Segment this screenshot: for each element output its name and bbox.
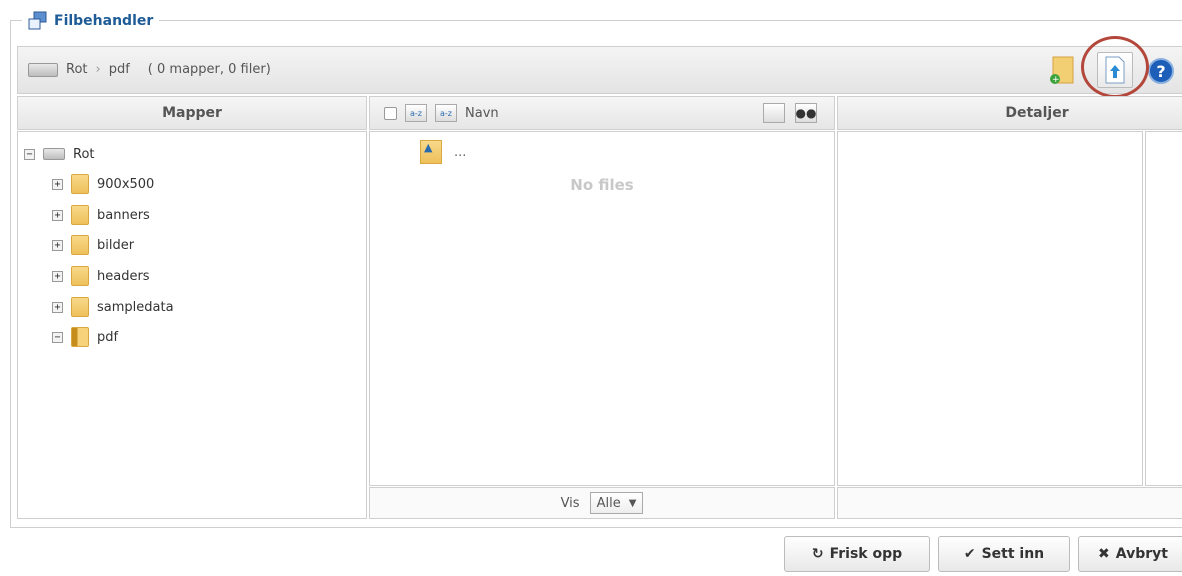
tree-folder-label[interactable]: banners: [97, 208, 150, 223]
expand-icon[interactable]: +: [52, 209, 63, 221]
new-folder-icon: +: [1050, 56, 1074, 85]
sort-desc-icon[interactable]: a-z: [435, 104, 457, 122]
tree-folder-sampledata[interactable]: + sampledata: [52, 297, 174, 317]
folder-icon: [71, 205, 89, 225]
tree-folder-label[interactable]: pdf: [97, 330, 118, 345]
dropdown-arrow-icon: ▼: [628, 497, 637, 509]
check-icon: ✔: [963, 546, 976, 562]
drive-icon: [43, 148, 65, 160]
close-icon: ✖: [1098, 546, 1110, 562]
breadcrumb-separator: ›: [95, 62, 101, 77]
tree-folder-900x500[interactable]: + 900x500: [52, 174, 154, 194]
show-label: Vis: [560, 495, 580, 511]
breadcrumb-current[interactable]: pdf: [109, 62, 130, 77]
insert-button[interactable]: ✔ Sett inn: [938, 536, 1070, 572]
folder-icon: [71, 266, 89, 286]
tree-folder-bilder[interactable]: + bilder: [52, 235, 134, 255]
details-footer: [837, 487, 1182, 519]
folder-icon: [71, 235, 89, 255]
search-binoculars-icon[interactable]: ●●: [795, 103, 817, 123]
refresh-label: Frisk opp: [829, 546, 903, 562]
empty-state-text: No files: [570, 176, 634, 194]
expand-icon[interactable]: +: [52, 178, 63, 190]
tree-folder-banners[interactable]: + banners: [52, 205, 150, 225]
tree-folder-label[interactable]: 900x500: [97, 177, 154, 192]
details-panel-secondary: [1145, 131, 1182, 486]
expand-icon[interactable]: +: [52, 270, 63, 282]
collapse-icon[interactable]: −: [24, 148, 35, 160]
open-folder-icon: [71, 327, 89, 347]
tree-folder-headers[interactable]: + headers: [52, 266, 150, 286]
tree-root[interactable]: − Rot: [24, 144, 95, 164]
fieldset-title: Filbehandler: [54, 13, 154, 29]
select-all-checkbox[interactable]: [384, 106, 397, 120]
refresh-icon: ↻: [811, 546, 824, 562]
folder-icon: [71, 174, 89, 194]
svg-text:+: +: [1052, 75, 1060, 85]
file-list-footer: Vis Alle ▼: [369, 487, 835, 519]
file-manager-icon: [28, 11, 47, 30]
fieldset-legend: Filbehandler: [22, 8, 160, 34]
insert-label: Sett inn: [981, 546, 1045, 562]
folder-icon: [71, 297, 89, 317]
show-filter-select[interactable]: Alle ▼: [589, 492, 644, 514]
cancel-label: Avbryt: [1115, 546, 1168, 562]
folders-column-header: Mapper: [17, 96, 367, 130]
refresh-button[interactable]: ↻ Frisk opp: [784, 536, 930, 572]
folder-file-counts: ( 0 mapper, 0 filer): [147, 62, 271, 77]
tree-folder-label[interactable]: sampledata: [97, 300, 174, 315]
details-panel: [837, 131, 1143, 486]
breadcrumb-root[interactable]: Rot: [66, 62, 88, 77]
tree-folder-pdf[interactable]: − pdf: [52, 327, 118, 347]
name-column-label[interactable]: Navn: [465, 106, 499, 121]
sort-asc-icon[interactable]: a-z: [405, 104, 427, 122]
expand-icon[interactable]: +: [52, 301, 63, 313]
cancel-button[interactable]: ✖ Avbryt: [1078, 536, 1182, 572]
expand-icon[interactable]: +: [52, 239, 63, 251]
parent-folder-label: ...: [454, 144, 467, 160]
show-filter-value: Alle: [596, 495, 621, 511]
new-folder-button[interactable]: +: [1044, 52, 1080, 88]
breadcrumb: Rot › pdf ( 0 mapper, 0 filer): [28, 62, 271, 77]
help-button[interactable]: ?: [1148, 58, 1174, 84]
tree-root-label[interactable]: Rot: [73, 147, 95, 162]
drive-icon: [28, 62, 58, 77]
upload-highlight-ring: [1081, 36, 1149, 98]
tree-folder-label[interactable]: headers: [97, 269, 150, 284]
folder-up-icon: [420, 140, 442, 164]
collapse-icon[interactable]: −: [52, 331, 63, 343]
parent-folder-row[interactable]: ...: [420, 140, 466, 164]
details-column-header: Detaljer: [837, 96, 1182, 130]
view-mode-icon[interactable]: [763, 103, 785, 123]
tree-folder-label[interactable]: bilder: [97, 238, 134, 253]
